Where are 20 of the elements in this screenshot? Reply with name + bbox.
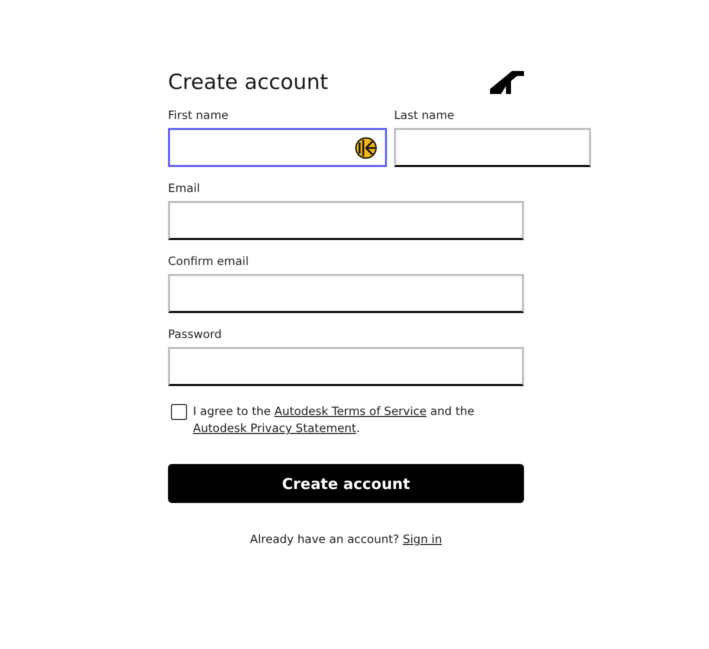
field-label: Last name — [394, 108, 456, 122]
agreement-text: I agree to the Autodesk Terms of Service and the Autodesk Privacy Statement. — [193, 403, 476, 437]
field-label: Email — [168, 181, 201, 195]
create-account-button[interactable]: Create account — [168, 464, 524, 503]
field-label: Password — [168, 327, 223, 341]
form-title: Create account — [168, 69, 328, 96]
password-manager-icon[interactable] — [355, 136, 377, 158]
logo-icon — [490, 70, 524, 94]
sign-in-link[interactable]: Sign in — [402, 532, 442, 546]
input-field[interactable] — [168, 347, 524, 386]
agreement-link[interactable]: Autodesk Terms of Service — [274, 404, 427, 418]
input-field[interactable] — [168, 201, 524, 240]
signin-text: Already have an account? Sign in — [248, 532, 444, 546]
input-field[interactable] — [394, 128, 591, 167]
agree-checkbox[interactable] — [171, 404, 187, 420]
input-field[interactable] — [168, 274, 524, 313]
input-field[interactable] — [168, 128, 387, 167]
field-label: First name — [168, 108, 230, 122]
field-label: Confirm email — [168, 254, 250, 268]
agreement-link[interactable]: Autodesk Privacy Statement — [193, 421, 356, 435]
